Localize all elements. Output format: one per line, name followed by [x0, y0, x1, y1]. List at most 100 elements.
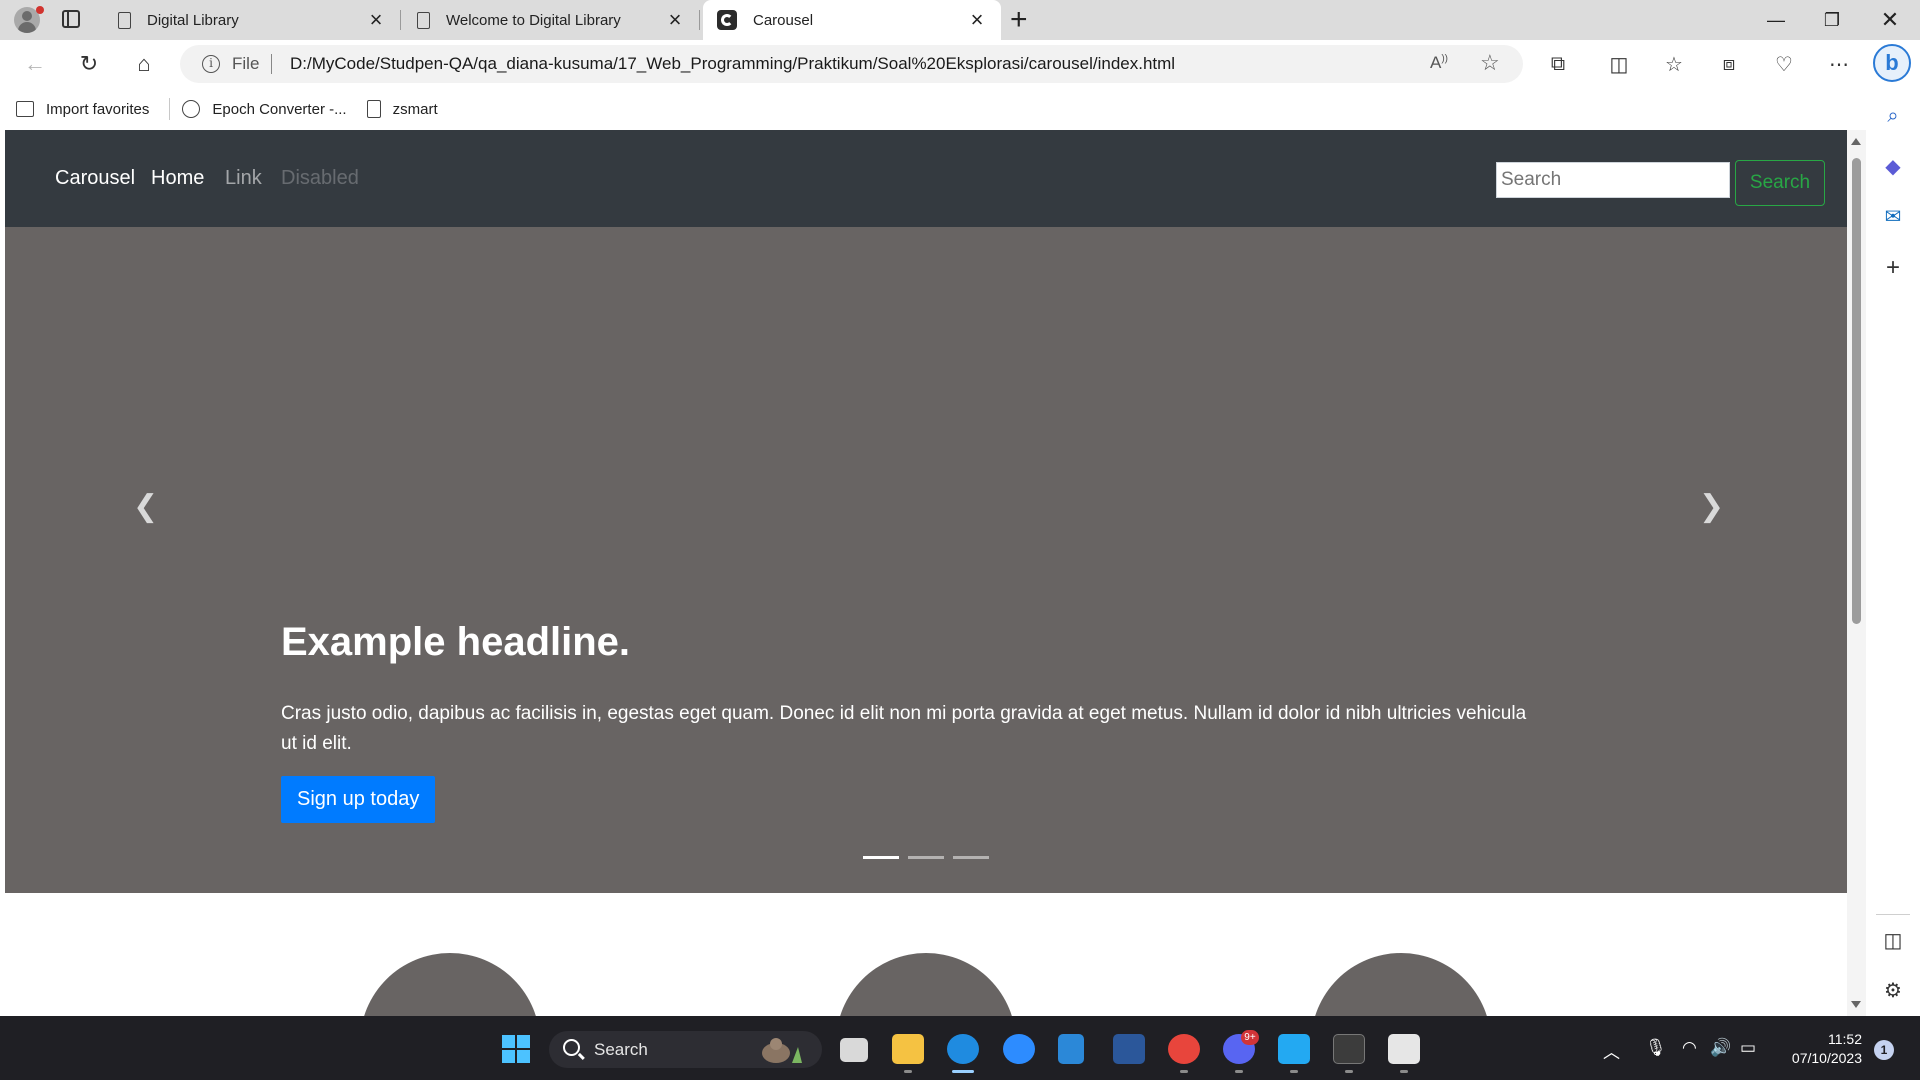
- page-scrollbar[interactable]: [1847, 130, 1866, 1016]
- carousel-indicator-3[interactable]: [953, 856, 989, 859]
- outlook-icon[interactable]: ✉: [1879, 202, 1907, 230]
- navbar-search-button[interactable]: Search: [1735, 160, 1825, 206]
- carousel-headline: Example headline.: [281, 620, 631, 664]
- microphone-icon[interactable]: 🎙: [1645, 1038, 1667, 1058]
- address-bar[interactable]: i File D:/MyCode/Studpen-QA/qa_diana-kus…: [180, 45, 1523, 83]
- navbar-brand[interactable]: Carousel: [55, 167, 135, 190]
- hide-sidebar-icon[interactable]: ◫: [1879, 926, 1907, 954]
- volume-icon[interactable]: 🔊: [1710, 1038, 1731, 1058]
- tab-digital-library[interactable]: Digital Library ×: [104, 0, 401, 40]
- settings-gear-icon[interactable]: ⚙: [1879, 976, 1907, 1004]
- carousel-text: Cras justo odio, dapibus ac facilisis in…: [281, 703, 1527, 754]
- zoom-icon[interactable]: [1003, 1034, 1035, 1064]
- windows-start-icon[interactable]: [502, 1035, 530, 1063]
- clock-date: 07/10/2023: [1791, 1050, 1862, 1066]
- tab-carousel[interactable]: Carousel ×: [703, 0, 1001, 40]
- epoch-converter-icon: [182, 100, 201, 118]
- site-info-icon[interactable]: i: [202, 55, 220, 73]
- task-view-icon[interactable]: [840, 1038, 868, 1062]
- restore-icon[interactable]: ❐: [1804, 0, 1860, 40]
- terminal-icon[interactable]: [1333, 1034, 1365, 1064]
- browser-essentials-icon[interactable]: ♡: [1770, 50, 1798, 78]
- minimize-icon[interactable]: —: [1748, 0, 1804, 40]
- scheme-label: File: [232, 54, 260, 73]
- windows-taskbar: Search 9+ ︿ 🎙 ◠ 🔊 ▭ 11:52 07/10/2023 1: [0, 1016, 1920, 1080]
- favorites-icon[interactable]: ☆: [1660, 50, 1688, 78]
- hero-carousel: ❮ ❯ Example headline. Cras justo odio, d…: [5, 227, 1847, 893]
- extensions-icon[interactable]: ⧉: [1544, 50, 1572, 78]
- tab-title: Digital Library: [147, 11, 239, 29]
- carousel-favicon-icon: [717, 10, 737, 30]
- read-aloud-icon[interactable]: A)): [1430, 53, 1448, 73]
- taskbar-clock[interactable]: 11:52 07/10/2023: [1782, 1030, 1862, 1068]
- collections-icon[interactable]: ⧈: [1715, 50, 1743, 78]
- nav-link-link[interactable]: Link: [225, 167, 262, 190]
- tab-title: Welcome to Digital Library: [446, 11, 621, 29]
- clock-time: 11:52: [1828, 1031, 1862, 1047]
- favorite-label: Epoch Converter -...: [212, 100, 347, 118]
- taskbar-search[interactable]: Search: [549, 1031, 822, 1068]
- running-indicator: [1235, 1070, 1243, 1073]
- more-menu-icon[interactable]: ⋯: [1825, 50, 1853, 78]
- navbar-search-input[interactable]: [1496, 162, 1730, 198]
- split-screen-icon[interactable]: ◫: [1605, 50, 1633, 78]
- browser-toolbar: ← ↻ ⌂ i File D:/MyCode/Studpen-QA/qa_dia…: [0, 40, 1920, 88]
- close-tab-icon[interactable]: ×: [366, 9, 386, 31]
- nav-link-home[interactable]: Home: [151, 167, 204, 190]
- home-icon[interactable]: ⌂: [130, 50, 158, 78]
- page-icon: [366, 100, 381, 118]
- vscode-icon[interactable]: [1278, 1034, 1310, 1064]
- refresh-icon[interactable]: ↻: [75, 50, 103, 78]
- taskbar-search-label: Search: [594, 1040, 648, 1059]
- tab-title: Carousel: [753, 11, 814, 29]
- running-indicator: [1290, 1070, 1298, 1073]
- close-tab-icon[interactable]: ×: [665, 9, 685, 31]
- carousel-next-icon[interactable]: ❯: [1699, 489, 1724, 524]
- edge-browser-icon[interactable]: [947, 1034, 979, 1064]
- search-icon[interactable]: ⌕: [1879, 102, 1907, 130]
- notification-count-badge[interactable]: 1: [1874, 1040, 1894, 1060]
- running-indicator: [904, 1070, 912, 1073]
- active-app-indicator: [952, 1070, 974, 1073]
- notepad-icon[interactable]: [1058, 1034, 1084, 1064]
- favorites-bar: Import favorites Epoch Converter -... zs…: [0, 88, 1866, 130]
- battery-icon[interactable]: ▭: [1740, 1038, 1756, 1058]
- word-icon[interactable]: [1113, 1034, 1145, 1064]
- sign-up-button[interactable]: Sign up today: [281, 776, 436, 823]
- url-text[interactable]: D:/MyCode/Studpen-QA/qa_diana-kusuma/17_…: [290, 54, 1175, 74]
- bing-copilot-icon[interactable]: b: [1873, 44, 1911, 82]
- search-icon: [563, 1039, 580, 1056]
- favorites-divider: [169, 98, 171, 120]
- wifi-icon[interactable]: ◠: [1682, 1038, 1697, 1058]
- copilot-icon[interactable]: ◆: [1879, 152, 1907, 180]
- scrollbar-thumb[interactable]: [1852, 158, 1861, 624]
- address-separator: [271, 54, 272, 74]
- close-tab-icon[interactable]: ×: [967, 9, 987, 31]
- favorite-epoch-converter[interactable]: Epoch Converter -...: [182, 100, 347, 118]
- close-window-icon[interactable]: ✕: [1862, 0, 1918, 40]
- favorite-star-icon[interactable]: ☆: [1480, 50, 1500, 76]
- scroll-down-icon[interactable]: [1851, 1001, 1861, 1008]
- marketing-circle-image: [360, 953, 540, 1016]
- scroll-up-icon[interactable]: [1851, 138, 1861, 145]
- add-sidebar-app-icon[interactable]: +: [1879, 254, 1907, 282]
- favorite-import[interactable]: Import favorites: [16, 101, 149, 118]
- carousel-indicator-1[interactable]: [863, 856, 899, 859]
- chrome-icon[interactable]: [1168, 1034, 1200, 1064]
- new-tab-icon[interactable]: +: [1010, 4, 1028, 36]
- back-icon[interactable]: ←: [21, 50, 49, 78]
- favorite-label: Import favorites: [46, 100, 150, 118]
- tab-actions-icon[interactable]: [62, 10, 80, 28]
- favorite-zsmart[interactable]: zsmart: [366, 100, 438, 118]
- page-icon: [417, 11, 430, 29]
- carousel-prev-icon[interactable]: ❮: [133, 489, 158, 524]
- file-explorer-icon[interactable]: [892, 1034, 924, 1064]
- discord-badge: 9+: [1241, 1030, 1259, 1045]
- running-indicator: [1345, 1070, 1353, 1073]
- snipping-tool-icon[interactable]: [1388, 1034, 1420, 1064]
- tab-welcome-digital-library[interactable]: Welcome to Digital Library ×: [403, 0, 700, 40]
- show-hidden-icons-icon[interactable]: ︿: [1603, 1038, 1620, 1063]
- marketing-circle-image: [836, 953, 1016, 1016]
- carousel-indicator-2[interactable]: [908, 856, 944, 859]
- favorite-label: zsmart: [392, 100, 438, 118]
